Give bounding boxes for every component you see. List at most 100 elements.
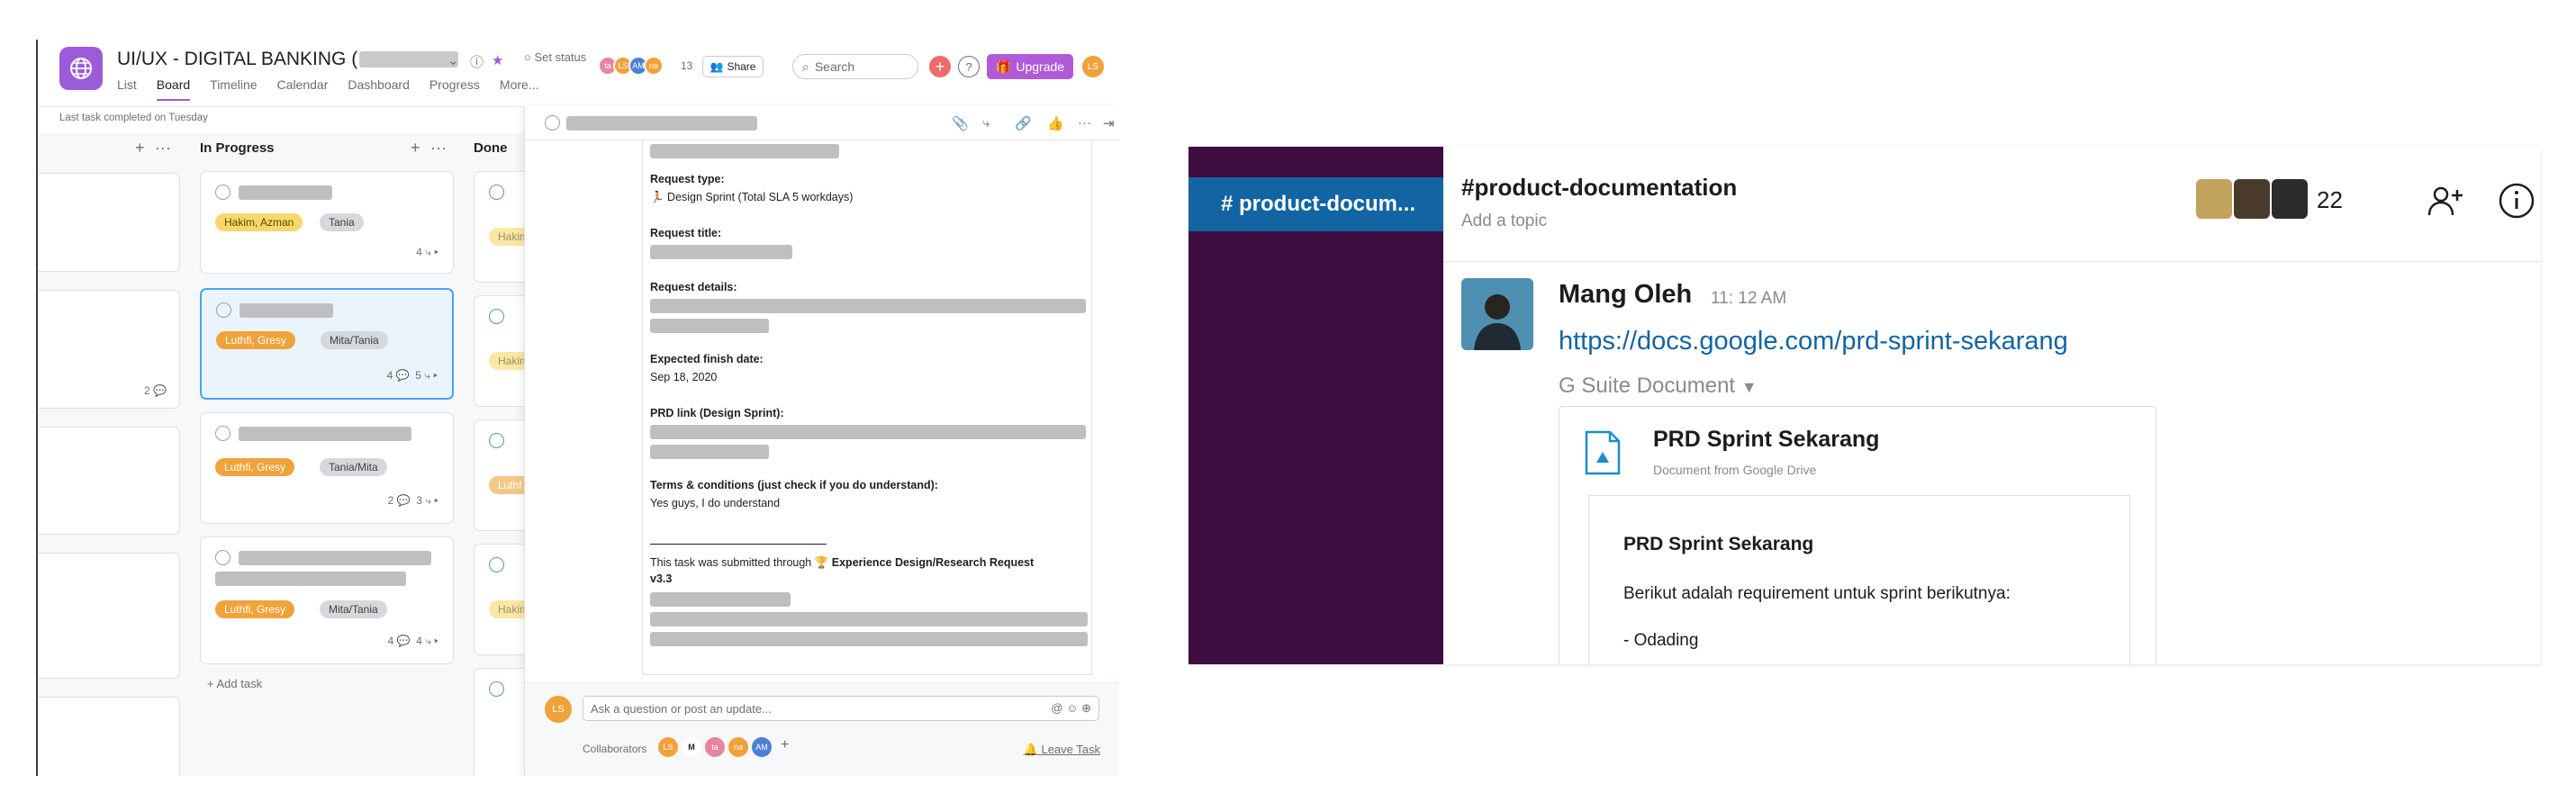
attachment-card[interactable]: PRD Sprint Sekarang Document from Google… <box>1559 406 2156 664</box>
task-card[interactable]: 2 💬 <box>38 290 180 409</box>
set-status-button[interactable]: ○ Set status <box>524 50 586 64</box>
add-member-icon[interactable] <box>2425 181 2464 221</box>
link-icon[interactable]: 🔗 <box>1015 115 1032 131</box>
assignee-tag: Hakim <box>489 352 524 370</box>
task-card[interactable]: Hakim <box>474 295 524 407</box>
share-button[interactable]: 👥 Share <box>702 56 764 77</box>
complete-check-icon[interactable] <box>216 302 231 318</box>
tab-progress[interactable]: Progress <box>429 77 480 101</box>
task-card[interactable]: Hakim <box>474 544 524 655</box>
collaborators-label: Collaborators <box>583 743 647 755</box>
task-card[interactable]: Hakim <box>474 171 524 283</box>
card-meta[interactable]: 4 💬 5 ⤷ ▸ <box>387 369 438 383</box>
add-task-button[interactable]: + Add task <box>207 677 262 690</box>
tab-timeline[interactable]: Timeline <box>210 77 257 101</box>
quick-add-button[interactable]: + <box>929 56 951 77</box>
card-meta[interactable]: 4 💬 4 ⤷ ▸ <box>388 635 438 648</box>
avatar: na <box>644 56 664 76</box>
subtask-icon[interactable]: ⤷ <box>982 115 990 131</box>
info-icon[interactable]: ⓘ <box>470 52 484 71</box>
more-icon[interactable]: ··· <box>155 139 171 158</box>
close-pane-icon[interactable]: ⇥ <box>1103 115 1115 131</box>
share-label: Share <box>727 60 756 73</box>
completed-check-icon[interactable] <box>489 309 504 324</box>
tab-calendar[interactable]: Calendar <box>277 77 329 101</box>
last-task-completed: Last task completed on Tuesday <box>59 113 208 123</box>
task-card-selected[interactable]: Luthfi, Gresy Mita/Tania 4 💬 5 ⤷ ▸ <box>200 288 454 400</box>
chevron-down-icon[interactable]: ⌄ <box>447 52 459 68</box>
submitted-through: This task was submitted through 🏆 Experi… <box>650 556 1035 569</box>
add-collaborator-icon[interactable]: + <box>781 737 789 757</box>
upgrade-button[interactable]: 🎁 Upgrade <box>987 54 1073 79</box>
caret-down-icon: ▼ <box>1740 378 1758 396</box>
add-column-task-icon[interactable]: + <box>411 139 420 158</box>
more-icon[interactable]: ··· <box>1078 115 1091 131</box>
completed-check-icon[interactable] <box>489 185 504 200</box>
comment-input[interactable]: Ask a question or post an update... @ ☺ … <box>583 696 1099 721</box>
task-card[interactable] <box>38 553 180 679</box>
task-card[interactable] <box>38 697 180 776</box>
task-card[interactable] <box>474 668 524 776</box>
task-card[interactable] <box>38 427 180 535</box>
project-icon[interactable] <box>59 47 103 90</box>
message-link[interactable]: https://docs.google.com/prd-sprint-sekar… <box>1559 327 2068 356</box>
project-title[interactable]: UI/UX - DIGITAL BANKING ( <box>117 49 459 70</box>
completed-check-icon[interactable] <box>489 681 504 697</box>
complete-check-icon[interactable] <box>545 115 560 131</box>
add-column-task-icon[interactable]: + <box>135 139 145 158</box>
subtask-count[interactable]: 4 ⤷ ▸ <box>416 246 438 259</box>
user-avatar[interactable]: LS <box>1082 56 1104 77</box>
help-button[interactable]: ? <box>958 56 980 77</box>
task-card[interactable]: Luthfi, Gresy Mita/Tania 4 💬 4 ⤷ ▸ <box>200 536 454 664</box>
completed-check-icon[interactable] <box>489 433 504 448</box>
message-time[interactable]: 11: 12 AM <box>1711 289 1786 309</box>
assignee-tag: Hakim <box>489 600 524 618</box>
search-input[interactable]: ⌕ Search <box>792 54 918 79</box>
tab-more[interactable]: More... <box>500 77 539 101</box>
tab-list[interactable]: List <box>117 77 137 101</box>
preview-line: Berikut adalah requirement untuk sprint … <box>1623 584 2011 603</box>
more-icon[interactable]: ··· <box>430 139 447 158</box>
user-avatar: LS <box>545 696 572 723</box>
comment-area: LS Ask a question or post an update... @… <box>525 682 1119 776</box>
avatar: na <box>728 737 748 757</box>
complete-check-icon[interactable] <box>215 185 230 200</box>
info-icon[interactable] <box>2497 181 2536 221</box>
attachment-title[interactable]: PRD Sprint Sekarang <box>1653 427 1879 453</box>
completed-check-icon[interactable] <box>489 557 504 572</box>
complete-check-icon[interactable] <box>215 426 230 441</box>
tab-board[interactable]: Board <box>156 77 191 101</box>
tab-dashboard[interactable]: Dashboard <box>348 77 410 101</box>
finish-date-label: Expected finish date: <box>650 353 764 365</box>
complete-check-icon[interactable] <box>215 550 230 565</box>
leave-task-button[interactable]: 🔔 Leave Task <box>1024 743 1100 757</box>
add-topic[interactable]: Add a topic <box>1461 212 1547 231</box>
message-author-avatar[interactable] <box>1461 278 1533 350</box>
attachment-source[interactable]: G Suite Document ▼ <box>1559 374 1758 399</box>
search-placeholder: Search <box>814 59 855 74</box>
task-card[interactable]: Luthfi, Gresy Tania/Mita 2 💬 3 ⤷ ▸ <box>200 412 454 524</box>
document-preview[interactable]: PRD Sprint Sekarang Berikut adalah requi… <box>1588 495 2130 664</box>
redacted-text <box>650 592 791 607</box>
member-avatars[interactable] <box>2196 179 2309 219</box>
card-meta[interactable]: 2 💬 3 ⤷ ▸ <box>388 494 438 508</box>
globe-icon <box>70 58 92 79</box>
channel-name[interactable]: #product-documentation <box>1461 174 1737 202</box>
attachment-icon[interactable]: 📎 <box>952 115 969 131</box>
plus-icon: + <box>935 57 945 76</box>
collaborator-avatars[interactable]: LS M ta na AM + <box>658 737 789 757</box>
comment-tools-icon[interactable]: @ ☺ ⊕ <box>1051 701 1091 716</box>
sidebar-channel-active[interactable]: # product-docum... <box>1189 177 1443 231</box>
task-card[interactable]: Luthf <box>474 419 524 531</box>
member-count[interactable]: 22 <box>2317 186 2343 214</box>
member-avatars[interactable]: ta LS AM na <box>598 56 664 76</box>
member-count: 13 <box>681 59 693 72</box>
column-title-in-progress: In Progress <box>200 140 275 156</box>
task-card[interactable]: Hakim, Azman Tania 4 ⤷ ▸ <box>200 171 454 274</box>
avatar: LS <box>658 737 678 757</box>
star-icon[interactable]: ★ <box>492 52 503 68</box>
like-icon[interactable]: 👍 <box>1047 115 1064 131</box>
message-author[interactable]: Mang Oleh <box>1559 280 1692 310</box>
task-card[interactable] <box>38 173 180 272</box>
redacted-text <box>566 116 757 131</box>
